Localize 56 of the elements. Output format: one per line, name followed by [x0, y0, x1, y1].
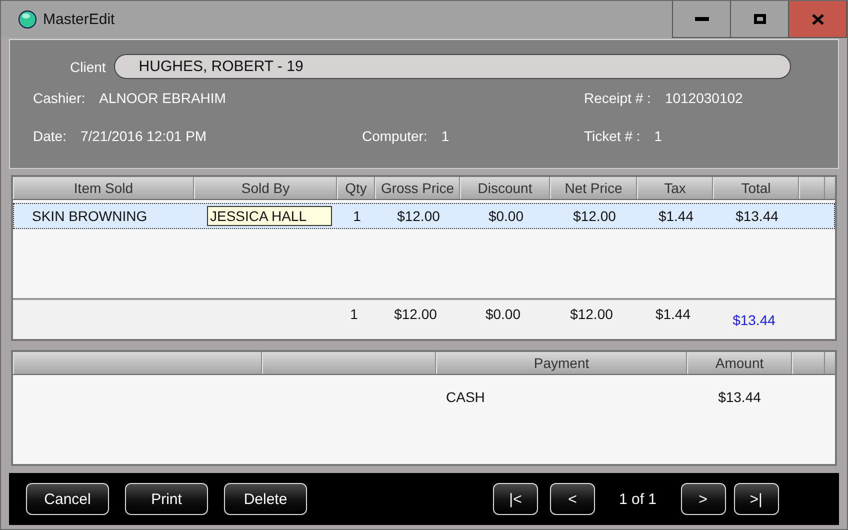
action-button[interactable]: Cancel: [26, 483, 109, 515]
payment-cell-text: CASH: [446, 389, 486, 405]
item-row[interactable]: SKIN BROWNING JESSICA HALL 1 $12.00 $0.00 $12.00 $1.44 $13.44: [13, 203, 835, 229]
table-cell-text: $1.44: [657, 208, 695, 224]
total-cell-text: $12.00: [569, 306, 614, 322]
table-cell-text: $0.00: [487, 208, 525, 224]
window-title: MasterEdit: [43, 10, 116, 28]
table-cell-text: 1: [352, 208, 362, 224]
total-cell-text: $1.44: [654, 306, 692, 322]
column-header[interactable]: Qty: [337, 177, 375, 199]
info-label: Computer:: [362, 128, 428, 144]
column-header[interactable]: Tax: [637, 177, 713, 199]
client-field[interactable]: HUGHES, ROBERT - 19: [114, 54, 791, 79]
info-label: Ticket # :: [584, 128, 640, 144]
total-cell-text: $12.00: [393, 306, 438, 322]
total-cell-text: 1: [349, 306, 359, 322]
info-value: 7/21/2016 12:01 PM: [80, 128, 207, 144]
next-page-button[interactable]: >: [680, 483, 726, 515]
table-cell-text: SKIN BROWNING: [31, 208, 148, 224]
column-header[interactable]: Net Price: [550, 177, 637, 199]
action-button[interactable]: Print: [125, 483, 208, 515]
sold-by-field[interactable]: JESSICA HALL: [207, 206, 332, 226]
table-cell-text: $12.00: [396, 208, 441, 224]
column-header[interactable]: Gross Price: [375, 177, 460, 199]
column-header[interactable]: Amount: [687, 352, 792, 374]
info-value: 1012030102: [664, 90, 743, 106]
column-header: [799, 177, 825, 199]
table-cell-text: $12.00: [572, 208, 617, 224]
column-header[interactable]: Total: [713, 177, 799, 199]
close-button[interactable]: [788, 1, 847, 38]
column-header[interactable]: Discount: [460, 177, 550, 199]
minimize-icon: [694, 17, 708, 21]
table-cell-text: $13.44: [734, 208, 780, 224]
info-label: Cashier:: [33, 90, 86, 106]
total-cell-text: $13.44: [732, 312, 776, 328]
info-label: Date:: [33, 128, 66, 144]
minimize-button[interactable]: [672, 1, 731, 38]
first-page-button[interactable]: |<: [493, 483, 538, 515]
amount-cell-text: $13.44: [717, 389, 762, 405]
app-icon: [18, 10, 37, 28]
close-icon: [812, 14, 824, 24]
info-label: Receipt # :: [584, 90, 651, 106]
previous-page-button[interactable]: <: [550, 483, 595, 515]
info-value: ALNOOR EBRAHIM: [99, 90, 226, 106]
info-value: 1: [654, 128, 662, 144]
column-header[interactable]: Sold By: [194, 177, 337, 199]
column-header[interactable]: Item Sold: [13, 177, 194, 199]
maximize-icon: [754, 14, 766, 24]
info-value: 1: [441, 128, 450, 144]
action-button[interactable]: Delete: [224, 483, 307, 515]
page-indicator: 1 of 1: [619, 490, 657, 508]
column-header: [792, 352, 825, 374]
total-cell-text: $0.00: [484, 306, 522, 322]
last-page-button[interactable]: >|: [734, 483, 779, 515]
column-header[interactable]: Payment: [436, 352, 687, 374]
client-label: Client: [70, 58, 106, 74]
